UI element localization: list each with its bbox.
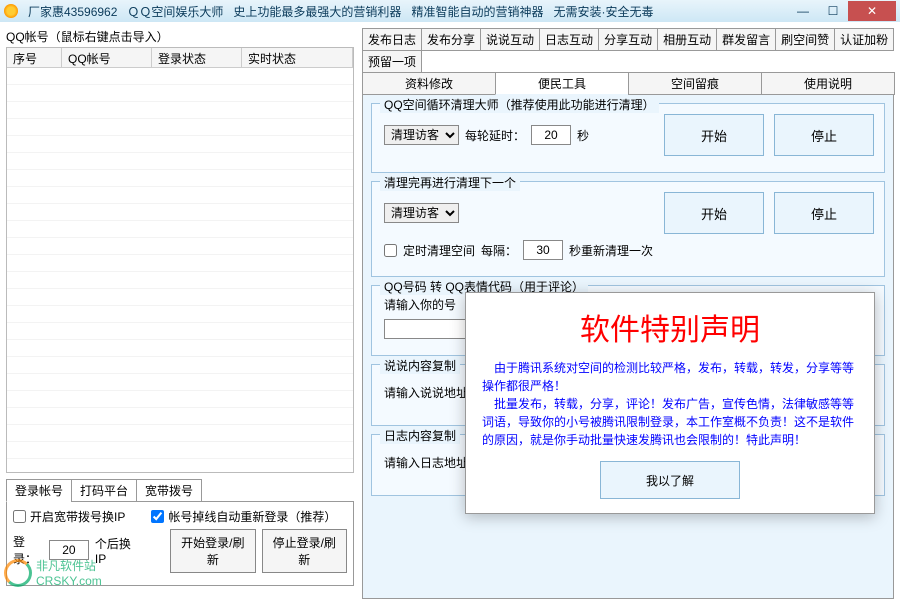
tab-r1-3[interactable]: 日志互动 [539,28,599,51]
table-body [7,68,353,464]
group5-label: 请输入日志地址 [384,454,468,471]
tab-r2-2[interactable]: 空间留痕 [628,72,762,95]
interval-input[interactable] [523,240,563,260]
function-tabs-row2: 资料修改便民工具空间留痕使用说明 [362,72,894,94]
watermark-url: CRSKY.com [36,574,102,588]
dialog-line1: 由于腾讯系统对空间的检测比较严格，发布，转载，转发，分享等等操作都很严格！ [482,359,858,395]
maximize-button[interactable]: ☐ [818,1,848,21]
tab-r1-7[interactable]: 刷空间赞 [775,28,835,51]
broadband-label: 开启宽带拨号换IP [30,508,125,525]
tab-r1-0[interactable]: 发布日志 [362,28,422,51]
col-login-status: 登录状态 [152,48,242,67]
dialog-line2: 批量发布，转载，分享，评论！发布广告，宣传色情，法律敏感等等词语，导致你的小号被… [482,395,858,449]
tab-captcha[interactable]: 打码平台 [71,479,137,502]
close-button[interactable]: ✕ [848,1,896,21]
delay-label: 每轮延时： [465,127,525,144]
app-icon [4,4,18,18]
delay-input[interactable] [531,125,571,145]
col-index: 序号 [7,48,62,67]
auto-relogin-checkbox[interactable] [151,510,164,523]
title-seg-3: 精准智能自动的营销神器 [411,3,543,20]
group-cleanup-next: 清理完再进行清理下一个 清理访客 开始 停止 定时清理空间 每隔： 秒重新清理一… [371,181,885,277]
tab-login-account[interactable]: 登录帐号 [6,479,72,502]
start-login-button[interactable]: 开始登录/刷新 [170,529,255,573]
tab-r2-1[interactable]: 便民工具 [495,72,629,95]
dialog-title: 软件特别声明 [482,305,858,349]
tab-broadband[interactable]: 宽带拨号 [136,479,202,502]
col-realtime-status: 实时状态 [242,48,353,67]
tab-r2-3[interactable]: 使用说明 [761,72,895,95]
tab-r1-1[interactable]: 发布分享 [421,28,481,51]
function-tabs-row1: 发布日志发布分享说说互动日志互动分享互动相册互动群发留言刷空间赞认证加粉预留一项 [362,28,894,72]
group1-stop-button[interactable]: 停止 [774,114,874,156]
dialog-ok-button[interactable]: 我以了解 [600,461,740,499]
watermark-name: 非凡软件站 [36,557,102,574]
tab-r1-8[interactable]: 认证加粉 [834,28,894,51]
minimize-button[interactable]: — [788,1,818,21]
group2-title: 清理完再进行清理下一个 [380,174,520,191]
group1-start-button[interactable]: 开始 [664,114,764,156]
group2-stop-button[interactable]: 停止 [774,192,874,234]
auto-relogin-label: 帐号掉线自动重新登录（推荐） [168,508,336,525]
tab-r1-2[interactable]: 说说互动 [480,28,540,51]
title-seg-4: 无需安装·安全无毒 [553,3,653,20]
group-cleanup-master: QQ空间循环清理大师（推荐使用此功能进行清理） 清理访客 每轮延时： 秒 开始 … [371,103,885,173]
group1-title: QQ空间循环清理大师（推荐使用此功能进行清理） [380,96,659,113]
stop-login-button[interactable]: 停止登录/刷新 [262,529,347,573]
titlebar: 厂家惠43596962 ＱＱ空间娱乐大师 史上功能最多最强大的营销利器 精准智能… [0,0,900,22]
group2-start-button[interactable]: 开始 [664,192,764,234]
timer-label: 定时清理空间 [403,242,475,259]
tab-r1-9[interactable]: 预留一项 [362,50,422,73]
cleanup1-select[interactable]: 清理访客 [384,125,459,145]
watermark-logo-icon [4,559,32,587]
title-seg-1: ＱＱ空间娱乐大师 [127,3,223,20]
accounts-table[interactable]: 序号 QQ帐号 登录状态 实时状态 [6,47,354,473]
group4-title: 说说内容复制 [380,357,460,374]
tab-r1-5[interactable]: 相册互动 [657,28,717,51]
col-account: QQ帐号 [62,48,152,67]
title-seg-2: 史上功能最多最强大的营销利器 [233,3,401,20]
group4-label: 请输入说说地址 [384,384,468,401]
group5-title: 日志内容复制 [380,427,460,444]
accounts-group-label: QQ帐号（鼠标右键点击导入） [6,28,354,45]
tab-r2-0[interactable]: 资料修改 [362,72,496,95]
notice-dialog: 软件特别声明 由于腾讯系统对空间的检测比较严格，发布，转载，转发，分享等等操作都… [465,292,875,514]
tab-r1-4[interactable]: 分享互动 [598,28,658,51]
watermark: 非凡软件站 CRSKY.com [4,557,102,588]
cleanup2-select[interactable]: 清理访客 [384,203,459,223]
broadband-checkbox[interactable] [13,510,26,523]
title-seg-0: 厂家惠43596962 [28,3,117,20]
group3-label: 请输入你的号 [384,296,456,313]
timer-cleanup-checkbox[interactable] [384,244,397,257]
interval-prefix: 每隔： [481,242,517,259]
delay-suffix: 秒 [577,127,589,144]
tab-r1-6[interactable]: 群发留言 [716,28,776,51]
interval-suffix: 秒重新清理一次 [569,242,653,259]
